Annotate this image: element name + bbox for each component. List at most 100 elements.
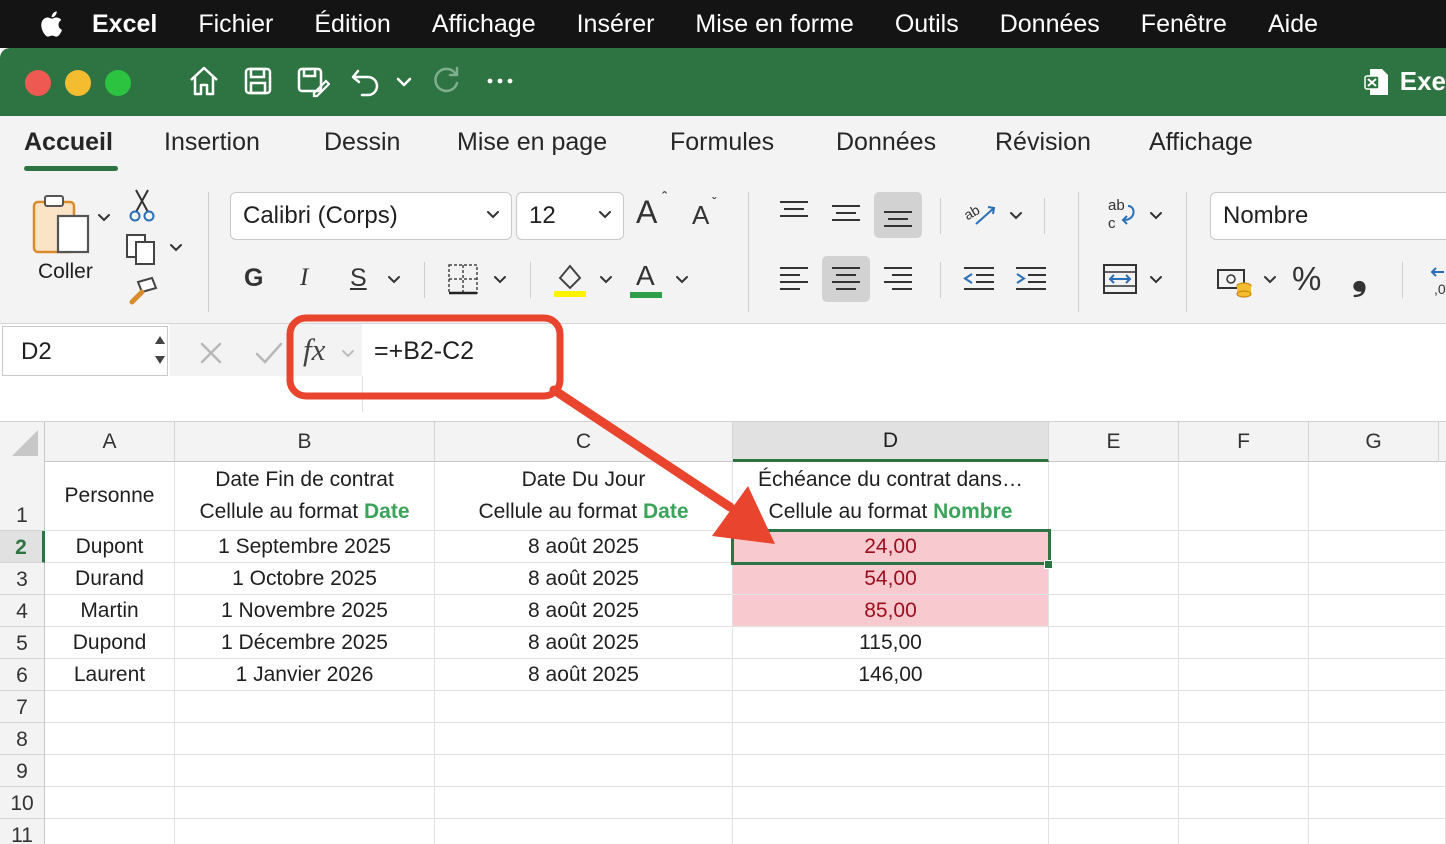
paste-chevron-down-icon[interactable] <box>96 210 112 226</box>
cell-empty[interactable] <box>1049 723 1179 755</box>
fill-handle[interactable] <box>1044 560 1053 569</box>
copy-chevron-down-icon[interactable] <box>168 240 184 256</box>
decrease-indent-icon[interactable] <box>962 264 996 294</box>
cell-empty[interactable] <box>1049 595 1179 627</box>
paste-label[interactable]: Coller <box>38 260 93 284</box>
save-icon[interactable] <box>240 63 276 99</box>
cell-empty[interactable] <box>1179 755 1309 787</box>
undo-icon[interactable] <box>348 63 384 99</box>
select-all-corner[interactable] <box>0 422 45 462</box>
increase-indent-icon[interactable] <box>1014 264 1048 294</box>
cell-d3[interactable]: 54,00 <box>733 563 1049 595</box>
cell-empty[interactable] <box>1049 787 1179 819</box>
fill-color-icon[interactable] <box>552 260 588 298</box>
orientation-chevron-down-icon[interactable] <box>1008 208 1024 224</box>
cell-empty[interactable] <box>45 787 175 819</box>
merge-center-icon[interactable] <box>1102 262 1138 296</box>
cell-empty[interactable] <box>175 819 435 844</box>
column-header-d[interactable]: D <box>733 422 1049 462</box>
row-header-2[interactable]: 2 <box>0 531 45 563</box>
font-color-button[interactable]: A <box>636 260 655 292</box>
cell-empty[interactable] <box>435 723 733 755</box>
menu-aide[interactable]: Aide <box>1268 10 1318 39</box>
underline-button[interactable]: S <box>350 264 367 293</box>
column-header-b[interactable]: B <box>175 422 435 462</box>
borders-chevron-down-icon[interactable] <box>492 272 508 288</box>
name-box[interactable]: D2 <box>2 326 168 376</box>
cell-empty[interactable] <box>733 723 1049 755</box>
row-header-1[interactable]: 1 <box>0 462 45 531</box>
cell-empty[interactable] <box>1179 787 1309 819</box>
cell-a5[interactable]: Dupond <box>45 627 175 659</box>
row-header-9[interactable]: 9 <box>0 755 45 787</box>
apple-icon[interactable] <box>38 9 68 39</box>
column-header-a[interactable]: A <box>45 422 175 462</box>
cell-empty[interactable] <box>1049 531 1179 563</box>
cell-empty[interactable] <box>175 755 435 787</box>
font-color-chevron-down-icon[interactable] <box>674 272 690 288</box>
cell-empty[interactable] <box>733 819 1049 844</box>
row-header-11[interactable]: 11 <box>0 819 45 844</box>
tab-mise-en-page[interactable]: Mise en page <box>457 128 607 157</box>
tab-insertion[interactable]: Insertion <box>164 128 260 157</box>
cell-b3[interactable]: 1 Octobre 2025 <box>175 563 435 595</box>
wrap-text-icon[interactable]: abc <box>1104 194 1140 232</box>
cut-icon[interactable] <box>128 188 156 222</box>
currency-chevron-down-icon[interactable] <box>1262 272 1278 288</box>
cell-empty[interactable] <box>1049 627 1179 659</box>
cell-a1[interactable]: Personne <box>45 462 175 531</box>
row-header-4[interactable]: 4 <box>0 595 45 627</box>
row-header-10[interactable]: 10 <box>0 787 45 819</box>
cell-empty[interactable] <box>1179 819 1309 844</box>
menu-outils[interactable]: Outils <box>895 10 959 39</box>
home-icon[interactable] <box>186 63 222 99</box>
cell-empty[interactable] <box>1049 659 1179 691</box>
align-bottom-icon[interactable] <box>882 200 914 230</box>
menu-fenetre[interactable]: Fenêtre <box>1141 10 1227 39</box>
cell-empty[interactable] <box>435 755 733 787</box>
align-top-icon[interactable] <box>778 198 810 226</box>
cell-empty[interactable] <box>1179 691 1309 723</box>
cell-empty[interactable] <box>175 691 435 723</box>
cell-a3[interactable]: Durand <box>45 563 175 595</box>
font-name-dropdown[interactable]: Calibri (Corps) <box>230 192 512 240</box>
percent-style-button[interactable]: % <box>1292 260 1321 298</box>
cell-a2[interactable]: Dupont <box>45 531 175 563</box>
cell-a6[interactable]: Laurent <box>45 659 175 691</box>
cell-c2[interactable]: 8 août 2025 <box>435 531 733 563</box>
cell-b6[interactable]: 1 Janvier 2026 <box>175 659 435 691</box>
cell-empty[interactable] <box>45 755 175 787</box>
cell-b4[interactable]: 1 Novembre 2025 <box>175 595 435 627</box>
shrink-font-button[interactable]: A <box>692 200 709 231</box>
cell-b5[interactable]: 1 Décembre 2025 <box>175 627 435 659</box>
cell-d6[interactable]: 146,00 <box>733 659 1049 691</box>
tab-accueil[interactable]: Accueil <box>24 128 113 157</box>
cell-empty[interactable] <box>1179 627 1309 659</box>
italic-button[interactable]: I <box>300 264 308 292</box>
formula-input[interactable]: =+B2-C2 <box>374 337 474 366</box>
cell-empty[interactable] <box>45 723 175 755</box>
wrap-text-chevron-down-icon[interactable] <box>1148 208 1164 224</box>
column-header-f[interactable]: F <box>1179 422 1309 462</box>
cell-e1[interactable] <box>1049 462 1179 531</box>
cell-d1[interactable]: Échéance du contrat dans… Cellule au for… <box>733 462 1049 531</box>
row-header-3[interactable]: 3 <box>0 563 45 595</box>
cell-empty[interactable] <box>435 787 733 819</box>
format-painter-icon[interactable] <box>124 274 160 308</box>
minimize-window-button[interactable] <box>65 70 91 96</box>
cell-empty[interactable] <box>175 723 435 755</box>
comma-style-button[interactable]: ❟ <box>1352 256 1367 299</box>
cell-empty[interactable] <box>435 819 733 844</box>
insert-function-button[interactable]: fx <box>303 332 325 368</box>
row-header-5[interactable]: 5 <box>0 627 45 659</box>
tab-formules[interactable]: Formules <box>670 128 774 157</box>
cell-b1[interactable]: Date Fin de contrat Cellule au format Da… <box>175 462 435 531</box>
column-header-g[interactable]: G <box>1309 422 1439 462</box>
menu-edition[interactable]: Édition <box>314 10 390 39</box>
increase-decimal-icon[interactable]: ,0 <box>1424 264 1446 298</box>
bold-button[interactable]: G <box>244 264 263 293</box>
cancel-entry-icon[interactable] <box>198 340 224 366</box>
cell-c4[interactable]: 8 août 2025 <box>435 595 733 627</box>
borders-icon[interactable] <box>446 262 480 296</box>
cell-empty[interactable] <box>1309 691 1446 723</box>
